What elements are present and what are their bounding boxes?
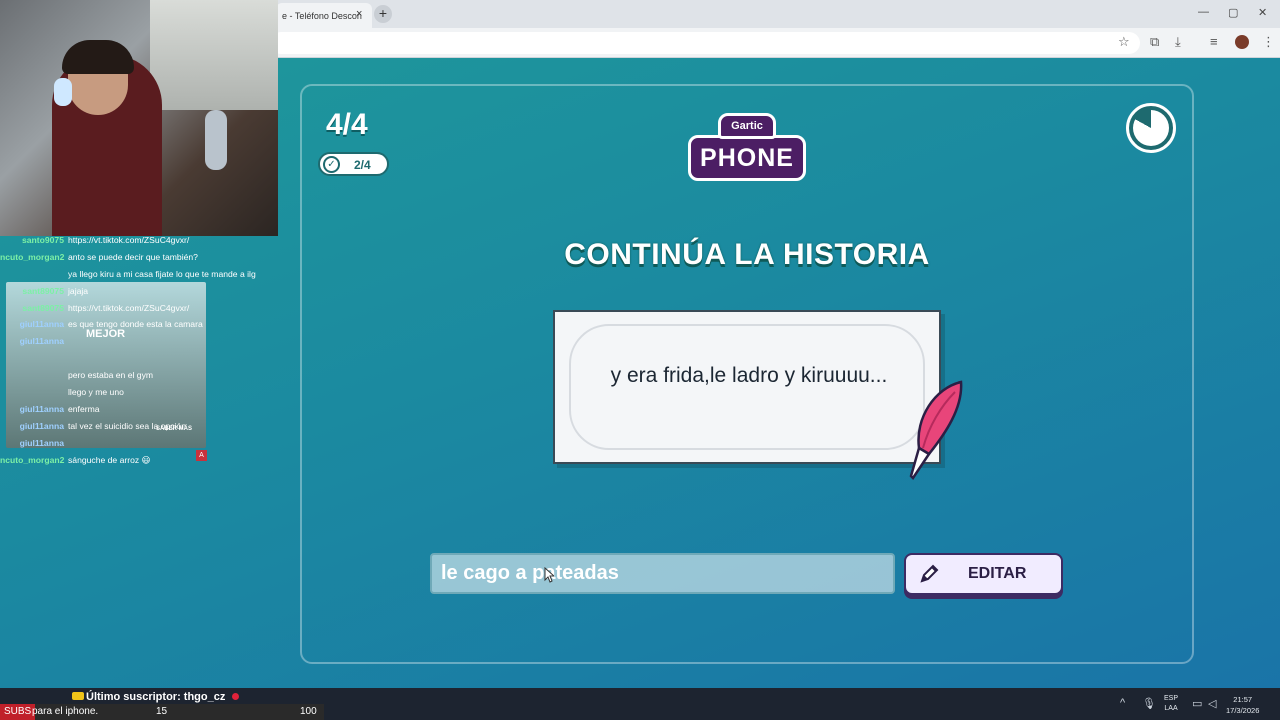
timer-progress bbox=[1133, 110, 1169, 146]
chat-user: giul11anna bbox=[19, 336, 64, 347]
chat-text: enferma bbox=[68, 403, 100, 414]
chat-user: giul11anna bbox=[19, 319, 64, 330]
chat-user: giul11anna bbox=[19, 437, 64, 448]
chat-user: santo9075 bbox=[21, 235, 64, 245]
story-card: y era frida,le ladro y kiruuuu... bbox=[553, 310, 941, 464]
chat-message: giul11anna tal vez el suicidio sea la opc… bbox=[0, 418, 278, 435]
tab-close-icon[interactable]: × bbox=[356, 8, 362, 20]
subs-count: 15 bbox=[156, 706, 168, 717]
chat-user: giul11anna bbox=[19, 420, 64, 431]
close-window-icon[interactable]: ✕ bbox=[1258, 6, 1267, 19]
chat-user: sant89075 bbox=[22, 302, 64, 313]
chat-text: tal vez el suicidio sea la opción bbox=[68, 420, 186, 431]
chat-text: https://vt.tiktok.com/ZSuC4gvxr/ bbox=[68, 235, 190, 245]
chat-message: ncuto_morgan2 sánguche de arroz 😃 bbox=[0, 452, 278, 469]
story-answer-input[interactable] bbox=[430, 553, 895, 594]
chat-message: giul11anna enferma bbox=[0, 401, 278, 418]
chat-message: giul11anna es que tengo donde esta la cam… bbox=[0, 316, 278, 333]
volume-icon[interactable]: ◁ bbox=[1208, 697, 1216, 710]
new-tab-button[interactable]: + bbox=[374, 5, 392, 23]
story-text: y era frida,le ladro y kiruuuu... bbox=[610, 364, 888, 387]
chat-message: giul11anna bbox=[0, 435, 278, 452]
heart-icon bbox=[232, 693, 239, 700]
chat-text: jajaja bbox=[68, 285, 89, 296]
chat-message: pero estaba en el gym bbox=[0, 367, 278, 384]
check-icon: ✓ bbox=[323, 156, 340, 173]
chat-message: ncuto_morgan2 anto se puede decir que tam… bbox=[0, 249, 278, 266]
chat-text: pero estaba en el gym bbox=[68, 370, 154, 381]
webcam-streamer-hair bbox=[62, 40, 134, 74]
layout-code: LAA bbox=[1164, 705, 1178, 712]
page-title: CONTINÚA LA HISTORIA bbox=[564, 238, 930, 271]
subs-goal-bar: SUBS para el iphone. 15 100 bbox=[0, 704, 324, 720]
chat-user: sant89075 bbox=[22, 285, 64, 296]
webcam-window-background bbox=[150, 0, 278, 110]
media-icon[interactable]: ≡ bbox=[1210, 34, 1218, 49]
chat-text: es que tengo donde esta la camara bbox=[68, 319, 203, 330]
headset-icon bbox=[54, 78, 72, 106]
chat-text: https://vt.tiktok.com/ZSuC4gvxr/ bbox=[68, 302, 190, 313]
language-code: ESP bbox=[1164, 695, 1179, 702]
players-done-badge: ✓ 2/4 bbox=[318, 152, 389, 176]
maximize-icon[interactable]: ▢ bbox=[1228, 6, 1238, 19]
microphone-tray-icon[interactable]: 🎙 bbox=[1142, 697, 1156, 710]
chat-text: sánguche de arroz 😃 bbox=[68, 454, 151, 465]
chat-message bbox=[0, 350, 278, 367]
clock-date: 17/3/2026 bbox=[1226, 706, 1260, 715]
stream-chat: santo9075 https://vt.tiktok.com/ZSuC4gvxr… bbox=[0, 232, 278, 472]
subs-goal-text: para el iphone. bbox=[32, 706, 99, 717]
chat-text: ya llego kiru a mi casa fijate lo que te… bbox=[68, 268, 256, 279]
round-counter: 4/4 bbox=[326, 108, 368, 141]
subs-tag: SUBS bbox=[0, 704, 36, 720]
pencil-icon bbox=[920, 564, 939, 583]
chat-message: ya llego kiru a mi casa fijate lo que te… bbox=[0, 266, 278, 283]
translate-icon[interactable]: ⧉ bbox=[1150, 34, 1159, 50]
menu-icon[interactable]: ⋮ bbox=[1262, 34, 1275, 50]
chat-message: giul11anna bbox=[0, 333, 278, 350]
chat-text: anto se puede decir que también? bbox=[68, 251, 198, 262]
chat-message: sant89075 https://vt.tiktok.com/ZSuC4gvxr… bbox=[0, 300, 278, 317]
logo-top-text: Gartic bbox=[718, 113, 776, 139]
chat-user: ncuto_morgan2 bbox=[0, 454, 65, 465]
chat-user: ncuto_morgan2 bbox=[0, 251, 65, 262]
chat-message: llego y me uno bbox=[0, 384, 278, 401]
profile-avatar[interactable] bbox=[1235, 35, 1249, 49]
minimize-icon[interactable]: — bbox=[1198, 6, 1209, 18]
taskbar-clock[interactable]: 21:57 17/3/2026 bbox=[1226, 694, 1259, 716]
language-indicator[interactable]: ESP LAA bbox=[1164, 694, 1178, 714]
chat-text: llego y me uno bbox=[68, 387, 124, 398]
clock-time: 21:57 bbox=[1233, 695, 1253, 704]
star-icon[interactable]: ☆ bbox=[1118, 34, 1130, 50]
subscriber-icon bbox=[72, 692, 84, 700]
download-icon[interactable]: ⤓ bbox=[1175, 34, 1181, 50]
chevron-up-icon[interactable]: ^ bbox=[1120, 697, 1125, 709]
edit-button-label: EDITAR bbox=[968, 565, 1027, 582]
mouse-cursor-icon bbox=[544, 567, 554, 583]
latest-subscriber-text: Último suscriptor: thgo_cz bbox=[86, 691, 226, 703]
chat-message: santo9075 https://vt.tiktok.com/ZSuC4gvxr… bbox=[0, 232, 278, 249]
subs-goal: 100 bbox=[300, 706, 317, 717]
gartic-phone-logo: PHONE Gartic bbox=[688, 113, 806, 185]
tab-title: e - Teléfono Descon bbox=[282, 11, 362, 21]
webcam-feed bbox=[0, 0, 278, 236]
chat-badge-icon: A bbox=[196, 450, 207, 461]
quill-icon bbox=[909, 380, 963, 480]
edit-button[interactable]: EDITAR bbox=[904, 553, 1063, 595]
logo-main-text: PHONE bbox=[688, 135, 806, 181]
address-bar[interactable] bbox=[270, 32, 1140, 54]
network-icon[interactable]: ▭ bbox=[1192, 697, 1202, 710]
timer-icon bbox=[1126, 103, 1176, 153]
chat-message: sant89075 jajaja bbox=[0, 283, 278, 300]
chat-user: giul11anna bbox=[19, 403, 64, 414]
players-done-count: 2/4 bbox=[354, 158, 371, 172]
microphone-icon bbox=[205, 110, 227, 170]
